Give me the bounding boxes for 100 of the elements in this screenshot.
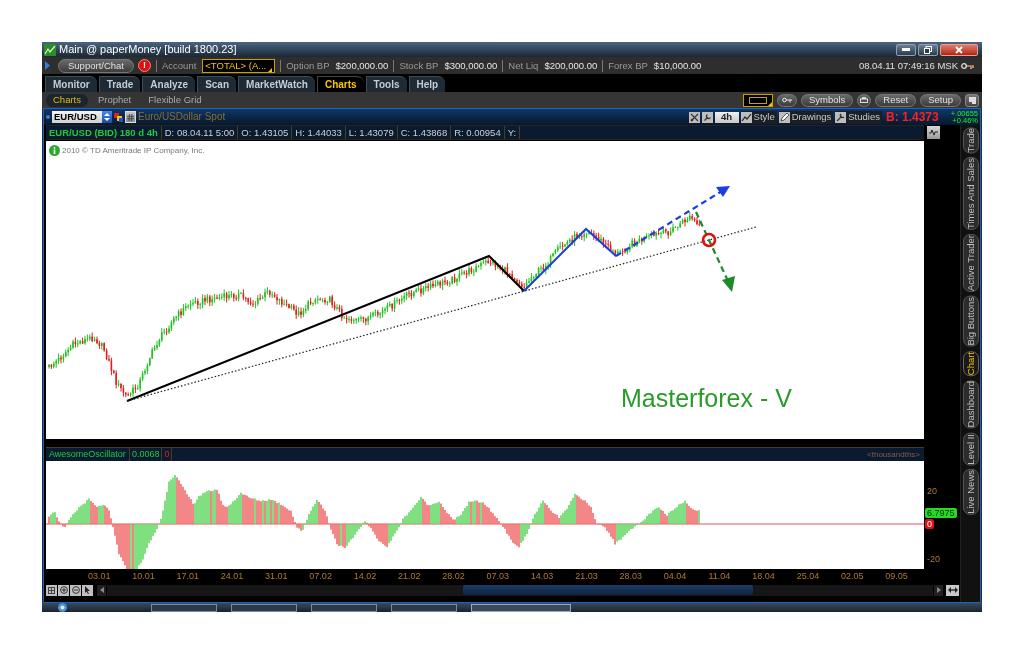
datetime-text: 08.04.11 07:49:16 MSK bbox=[858, 60, 958, 71]
chart-tool-button[interactable]: Studies bbox=[835, 110, 882, 124]
circle-marker bbox=[701, 232, 717, 248]
chart-style-button[interactable] bbox=[927, 126, 940, 139]
chart-tool-button[interactable]: Style bbox=[740, 110, 777, 124]
taskbar-button[interactable] bbox=[311, 603, 377, 612]
close-button[interactable] bbox=[940, 43, 978, 56]
tool-icon bbox=[835, 111, 847, 123]
main-tab[interactable]: Scan bbox=[197, 76, 237, 92]
crosshair-button[interactable] bbox=[688, 111, 700, 123]
date-label: 25.04 bbox=[795, 572, 821, 581]
symbol-dropdown[interactable] bbox=[102, 111, 112, 123]
color-squares-icon[interactable] bbox=[114, 112, 123, 122]
ohlc-value: D: 08.04.11 5:00 bbox=[161, 126, 239, 139]
date-label: 03.01 bbox=[86, 572, 112, 581]
axis-label: -20 bbox=[927, 554, 940, 564]
ohlc-value: R: 0.00954 bbox=[451, 126, 505, 139]
key-icon bbox=[781, 97, 792, 103]
caret-right-icon bbox=[936, 587, 941, 593]
balance-label: Net Liq bbox=[508, 60, 539, 71]
main-tab[interactable]: MarketWatch bbox=[238, 76, 315, 92]
ohlc-value: O: 1.43105 bbox=[238, 126, 293, 139]
window-icon bbox=[968, 96, 976, 104]
sub-tab[interactable]: Prophet bbox=[91, 93, 139, 107]
restore-button[interactable] bbox=[918, 43, 938, 56]
main-tab[interactable]: Analyze bbox=[142, 76, 196, 92]
print-button[interactable] bbox=[857, 93, 872, 107]
date-label: 02.05 bbox=[839, 572, 865, 581]
date-label: 14.03 bbox=[529, 572, 555, 581]
grid-button[interactable] bbox=[46, 584, 57, 596]
side-tab[interactable]: Trade bbox=[962, 127, 979, 154]
caret-right-icon[interactable] bbox=[45, 61, 50, 70]
ohlc-value: Y: bbox=[504, 126, 521, 139]
side-tab[interactable]: Dashboard bbox=[962, 380, 979, 429]
main-tab[interactable]: Charts bbox=[316, 76, 364, 92]
taskbar-button[interactable] bbox=[151, 603, 217, 612]
chart-tool-button[interactable]: Drawings bbox=[778, 110, 834, 124]
ohlc-value: C: 1.43868 bbox=[397, 126, 452, 139]
date-label: 24.01 bbox=[219, 572, 245, 581]
main-tab[interactable]: Tools bbox=[365, 76, 407, 92]
zoom-in-button[interactable] bbox=[58, 584, 69, 596]
hash-button[interactable] bbox=[125, 111, 136, 123]
detach-button[interactable] bbox=[965, 93, 979, 107]
reset-button[interactable]: Reset bbox=[875, 93, 917, 107]
date-label: 28.02 bbox=[441, 572, 466, 581]
scroll-right-button[interactable] bbox=[934, 584, 943, 596]
support-chat-button[interactable]: Support/Chat bbox=[58, 58, 134, 73]
main-tab[interactable]: Help bbox=[408, 76, 446, 92]
sub-tab[interactable]: Flexible Grid bbox=[141, 93, 209, 107]
pointer-button[interactable] bbox=[82, 584, 93, 596]
taskbar-button[interactable] bbox=[231, 603, 297, 612]
ohlc-value: L: 1.43079 bbox=[345, 126, 398, 139]
taskbar-button[interactable] bbox=[471, 603, 571, 612]
link-selector[interactable] bbox=[742, 93, 773, 107]
setup-button[interactable]: Setup bbox=[920, 93, 961, 107]
copyright-text: 2010 © TD Ameritrade IP Company, Inc. bbox=[62, 146, 205, 155]
side-tab[interactable]: Level II bbox=[962, 432, 979, 466]
balance-value: $10,000.00 bbox=[653, 60, 702, 71]
symbol-description: Euro/USDollar Spot bbox=[138, 112, 226, 122]
side-tab[interactable]: Chart bbox=[962, 350, 979, 377]
main-tab[interactable]: Trade bbox=[98, 76, 141, 92]
alert-badge[interactable]: ! bbox=[138, 59, 151, 72]
window-title: Main @ paperMoney [build 1800.23] bbox=[59, 44, 237, 55]
line-chart-icon bbox=[740, 111, 752, 123]
restore-icon bbox=[924, 45, 932, 54]
side-tab[interactable]: Big Buttons bbox=[962, 296, 979, 347]
date-label: 21.02 bbox=[396, 572, 422, 581]
corner-triangle-icon bbox=[268, 67, 273, 72]
symbols-button[interactable]: Symbols bbox=[800, 93, 854, 107]
wrench-button[interactable] bbox=[701, 111, 713, 123]
balance-label: Stock BP bbox=[399, 60, 439, 71]
scroll-left-button[interactable] bbox=[97, 584, 106, 596]
app-icon bbox=[44, 43, 56, 56]
date-label: 14.02 bbox=[352, 572, 378, 581]
taskbar-button[interactable] bbox=[391, 603, 457, 612]
account-selector[interactable]: <TOTAL> (A... bbox=[202, 58, 276, 73]
date-label: 18.04 bbox=[751, 572, 776, 581]
expand-button[interactable] bbox=[946, 584, 959, 596]
wrench-icon bbox=[702, 112, 712, 122]
date-label: 09.05 bbox=[884, 572, 909, 581]
zoom-out-button[interactable] bbox=[70, 584, 81, 596]
side-tab[interactable]: Active Trader bbox=[962, 234, 979, 293]
aggregation-button[interactable]: 4h bbox=[714, 111, 739, 123]
account-label: Account bbox=[162, 60, 197, 71]
double-arrow-icon bbox=[947, 587, 958, 593]
value-marker: 0 bbox=[925, 519, 934, 529]
zoom-out-icon bbox=[71, 586, 80, 594]
series-title: EUR/USD (BID) 180 d 4h bbox=[46, 126, 162, 139]
sub-tab[interactable]: Charts bbox=[46, 93, 88, 107]
main-tab[interactable]: Monitor bbox=[45, 76, 97, 92]
grid-icon bbox=[48, 586, 55, 594]
minimize-button[interactable] bbox=[896, 43, 916, 56]
scrollbar-thumb[interactable] bbox=[463, 585, 753, 595]
key-button[interactable] bbox=[776, 93, 797, 107]
pencil-icon bbox=[778, 111, 790, 123]
start-orb-icon[interactable] bbox=[58, 603, 67, 612]
side-tab[interactable]: Live News bbox=[962, 469, 979, 516]
symbol-field[interactable]: EUR/USD bbox=[52, 111, 102, 123]
bid-price: B: 1.4373 bbox=[885, 111, 939, 123]
side-tab[interactable]: Times And Sales bbox=[962, 157, 979, 231]
